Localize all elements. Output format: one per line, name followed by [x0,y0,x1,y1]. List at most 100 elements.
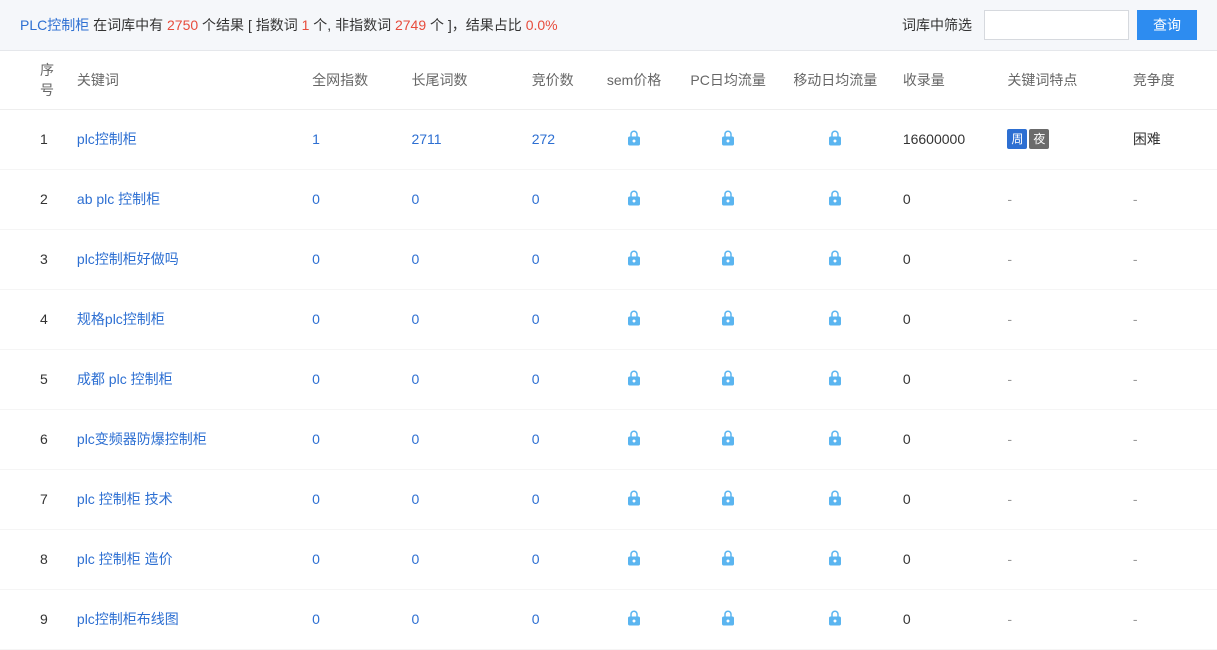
bid-value: 0 [532,251,540,267]
lock-icon[interactable] [625,188,643,208]
global-index-value: 0 [312,251,320,267]
lock-icon[interactable] [826,188,844,208]
compete-value: - [1133,551,1138,567]
lock-icon[interactable] [826,128,844,148]
cell-pc [679,469,778,529]
cell-pc [679,589,778,649]
lock-icon[interactable] [826,308,844,328]
lock-icon[interactable] [625,368,643,388]
lock-icon[interactable] [625,608,643,628]
lock-icon[interactable] [826,368,844,388]
collect-value: 0 [893,289,998,349]
compete-value: - [1133,311,1138,327]
feature-value: - [1007,491,1012,507]
keyword-link[interactable]: plc 控制柜 技术 [77,491,173,507]
cell-sem [590,289,679,349]
cell-index: 3 [0,229,67,289]
longtail-value: 0 [411,551,419,567]
col-feature: 关键词特点 [997,51,1122,109]
lock-icon[interactable] [719,188,737,208]
longtail-value: 0 [411,251,419,267]
table-row: 5成都 plc 控制柜0000-- [0,349,1217,409]
lock-icon[interactable] [719,308,737,328]
header-summary: PLC控制柜 在词库中有 2750 个结果 [ 指数词 1 个, 非指数词 27… [20,15,558,35]
cell-pc [679,409,778,469]
keyword-table: 序号 关键词 全网指数 长尾词数 竞价数 sem价格 PC日均流量 移动日均流量… [0,51,1217,650]
lock-icon[interactable] [719,548,737,568]
lock-icon[interactable] [826,428,844,448]
cell-mobile [778,229,893,289]
collect-value: 16600000 [893,109,998,169]
lock-icon[interactable] [625,428,643,448]
cell-feature: - [997,469,1122,529]
cell-index: 8 [0,529,67,589]
keyword-link[interactable]: ab plc 控制柜 [77,191,160,207]
feature-value: - [1007,431,1012,447]
cell-pc [679,289,778,349]
filter-input[interactable] [984,10,1129,40]
cell-pc [679,229,778,289]
collect-value: 0 [893,589,998,649]
table-row: 9plc控制柜布线图0000-- [0,589,1217,649]
keyword-link[interactable]: plc控制柜 [77,131,137,147]
keyword-link[interactable]: plc控制柜布线图 [77,611,179,627]
table-row: 2ab plc 控制柜0000-- [0,169,1217,229]
lock-icon[interactable] [826,608,844,628]
cell-mobile [778,469,893,529]
longtail-value: 0 [411,371,419,387]
lock-icon[interactable] [719,248,737,268]
cell-compete: - [1123,289,1217,349]
bid-value: 0 [532,611,540,627]
lock-icon[interactable] [719,428,737,448]
lock-icon[interactable] [719,608,737,628]
global-index-value: 0 [312,611,320,627]
lock-icon[interactable] [719,368,737,388]
query-button[interactable]: 查询 [1137,10,1197,40]
global-index-value: 1 [312,131,320,147]
lock-icon[interactable] [826,248,844,268]
cell-index: 2 [0,169,67,229]
collect-value: 0 [893,529,998,589]
cell-index: 9 [0,589,67,649]
feature-value: - [1007,251,1012,267]
bid-value: 0 [532,431,540,447]
feature-value: - [1007,371,1012,387]
col-collect: 收录量 [893,51,998,109]
lock-icon[interactable] [625,248,643,268]
cell-mobile [778,349,893,409]
lock-icon[interactable] [719,488,737,508]
col-global-index: 全网指数 [302,51,401,109]
keyword-link[interactable]: 成都 plc 控制柜 [77,371,173,387]
lock-icon[interactable] [826,488,844,508]
cell-sem [590,589,679,649]
lock-icon[interactable] [625,548,643,568]
table-row: 7plc 控制柜 技术0000-- [0,469,1217,529]
global-index-value: 0 [312,551,320,567]
lock-icon[interactable] [826,548,844,568]
bid-value: 0 [532,311,540,327]
keyword-link[interactable]: plc控制柜好做吗 [77,251,179,267]
cell-sem [590,229,679,289]
keyword-link[interactable]: plc 控制柜 造价 [77,551,173,567]
lock-icon[interactable] [625,128,643,148]
cell-mobile [778,169,893,229]
cell-pc [679,349,778,409]
table-row: 3plc控制柜好做吗0000-- [0,229,1217,289]
col-sem: sem价格 [590,51,679,109]
cell-sem [590,169,679,229]
cell-feature: - [997,229,1122,289]
cell-sem [590,469,679,529]
collect-value: 0 [893,169,998,229]
lock-icon[interactable] [625,308,643,328]
cell-compete: - [1123,529,1217,589]
compete-value: - [1133,431,1138,447]
global-index-value: 0 [312,491,320,507]
cell-feature: 周夜 [997,109,1122,169]
total-count: 2750 [167,17,198,33]
global-index-value: 0 [312,311,320,327]
col-mobile: 移动日均流量 [778,51,893,109]
lock-icon[interactable] [625,488,643,508]
keyword-link[interactable]: 规格plc控制柜 [77,311,165,327]
keyword-link[interactable]: plc变频器防爆控制柜 [77,431,207,447]
lock-icon[interactable] [719,128,737,148]
